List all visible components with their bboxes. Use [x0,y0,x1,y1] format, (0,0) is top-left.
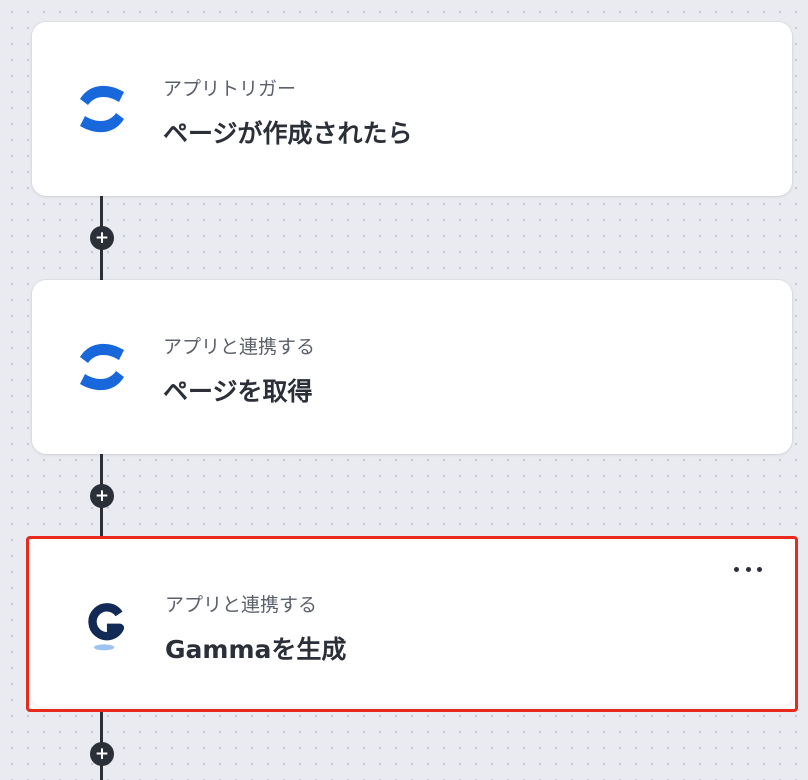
add-step-button[interactable]: + [90,484,114,508]
step-title: Gammaを生成 [165,635,347,664]
flow-step-card-generate-gamma[interactable]: アプリと連携する Gammaを生成 [26,536,798,712]
dot [757,566,762,572]
dot [745,566,751,572]
add-step-button[interactable]: + [90,742,114,766]
step-type-label: アプリトリガー [163,78,297,100]
more-options-icon[interactable] [731,559,765,579]
step-title: ページが作成されたら [163,119,413,148]
add-step-button[interactable]: + [90,226,114,250]
step-type-label: アプリと連携する [165,594,318,616]
flow-step-card-get-page[interactable]: アプリと連携する ページを取得 [32,280,792,454]
gamma-icon [88,603,125,651]
step-title: ページを取得 [163,377,313,406]
confluence-icon [80,85,124,133]
dot [734,566,739,572]
flow-step-card-trigger[interactable]: アプリトリガー ページが作成されたら [32,22,792,196]
confluence-icon [80,343,124,391]
step-type-label: アプリと連携する [163,336,316,358]
